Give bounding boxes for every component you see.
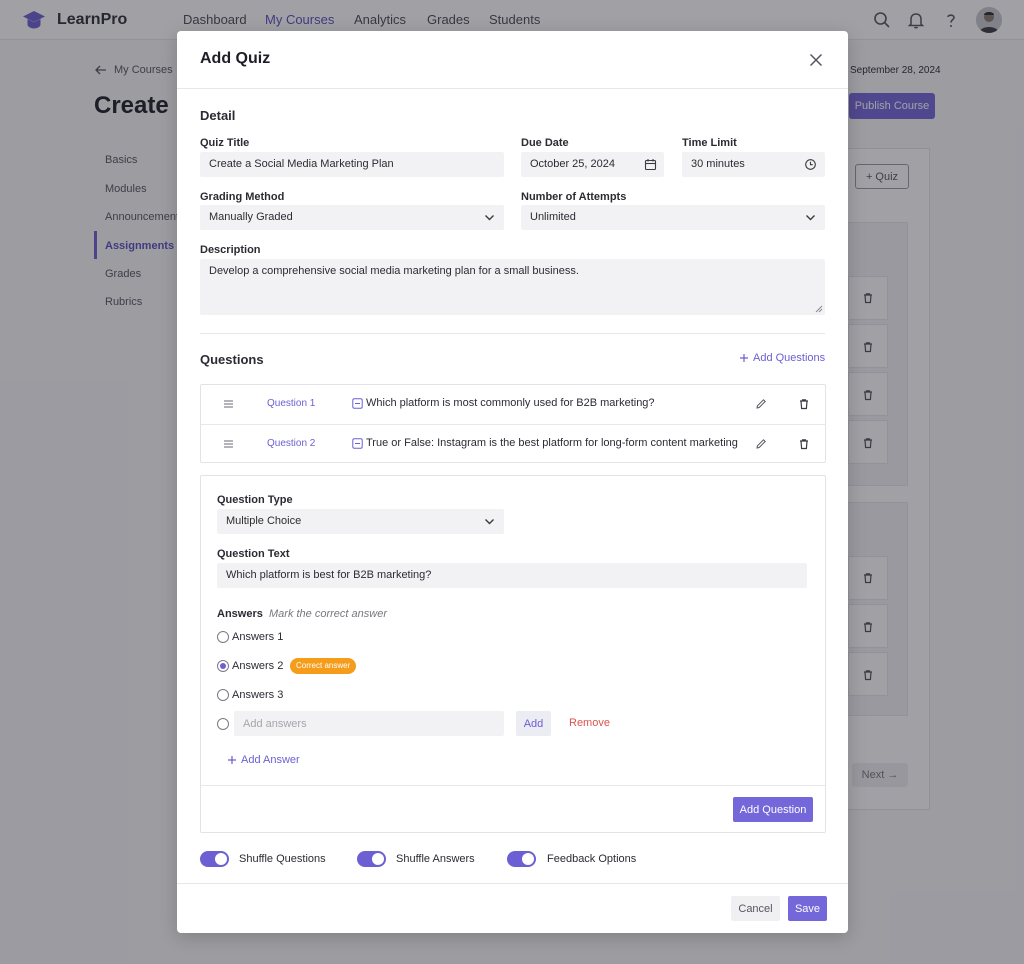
question-type-select[interactable]: Multiple Choice [217,509,504,534]
add-questions-link[interactable]: Add Questions [739,352,825,364]
detail-heading: Detail [200,108,236,123]
question-type-icon [352,398,363,409]
clock-icon[interactable] [804,158,817,171]
question-row[interactable]: Question 2 True or False: Instagram is t… [201,424,825,463]
correct-answer-badge: Correct answer [290,658,357,674]
grading-method-select[interactable]: Manually Graded [200,205,504,230]
trash-icon[interactable] [862,669,874,681]
trash-icon[interactable] [862,437,874,449]
add-button[interactable]: Add [516,711,551,736]
save-button[interactable]: Save [788,896,827,921]
attempts-label: Number of Attempts [521,191,627,203]
pencil-icon[interactable] [755,438,767,450]
drag-handle-icon[interactable] [223,399,234,409]
plus-icon [228,756,236,764]
plus-icon [740,354,748,362]
answers-hint: Mark the correct answer [269,608,387,620]
divider [201,785,825,786]
add-questions-label: Add Questions [753,352,826,364]
trash-icon[interactable] [798,438,810,450]
cancel-button[interactable]: Cancel [731,896,780,921]
calendar-icon[interactable] [644,158,657,171]
grading-method-value: Manually Graded [209,211,293,223]
drag-handle-icon[interactable] [223,439,234,449]
question-type-value: Multiple Choice [226,515,302,527]
question-text: Which platform is most commonly used for… [366,397,655,409]
quiz-title-input[interactable]: Create a Social Media Marketing Plan [200,152,504,177]
quiz-title-label: Quiz Title [200,137,250,149]
trash-icon[interactable] [862,572,874,584]
add-answer-input[interactable] [234,711,504,736]
answer-radio-selected[interactable] [217,660,229,672]
close-icon[interactable] [807,51,825,69]
add-question-button[interactable]: Add Question [733,797,813,822]
shuffle-questions-label: Shuffle Questions [239,853,326,865]
add-answer-link[interactable]: Add Answer [227,754,300,766]
attempts-value: Unlimited [530,211,576,223]
trash-icon[interactable] [862,292,874,304]
resize-grip-icon[interactable] [815,305,823,313]
divider [177,88,848,89]
questions-heading: Questions [200,352,264,367]
time-limit-value: 30 minutes [691,158,745,170]
trash-icon[interactable] [862,389,874,401]
question-editor: Question Type Multiple Choice Question T… [200,475,826,833]
answer-text: Answers 3 [232,689,284,701]
pencil-icon[interactable] [755,398,767,410]
attempts-select[interactable]: Unlimited [521,205,825,230]
quiz-title-value: Create a Social Media Marketing Plan [209,158,394,170]
feedback-options-toggle[interactable] [507,851,536,867]
answer-text: Answers 1 [232,631,284,643]
answer-text: Answers 2 [232,660,284,672]
feedback-options-label: Feedback Options [547,853,637,865]
description-textarea[interactable]: Develop a comprehensive social media mar… [200,259,825,315]
question-text-input[interactable]: Which platform is best for B2B marketing… [217,563,807,588]
description-label: Description [200,244,261,256]
question-number[interactable]: Question 2 [267,438,315,449]
modal-title: Add Quiz [200,50,271,67]
question-type-icon [352,438,363,449]
question-number[interactable]: Question 1 [267,398,315,409]
due-date-input[interactable]: October 25, 2024 [521,152,664,177]
due-date-value: October 25, 2024 [530,158,616,170]
chevron-down-icon [806,215,815,221]
question-text: True or False: Instagram is the best pla… [366,437,738,449]
divider [200,333,825,334]
new-answer-radio[interactable] [217,718,229,730]
chevron-down-icon [485,215,494,221]
time-limit-input[interactable]: 30 minutes [682,152,825,177]
remove-link[interactable]: Remove [569,717,610,729]
add-quiz-modal: Add Quiz Detail Quiz Title Create a Soci… [177,31,848,933]
shuffle-answers-label: Shuffle Answers [396,853,475,865]
question-text-label: Question Text [217,548,290,560]
question-text-value: Which platform is best for B2B marketing… [226,569,432,581]
questions-list: Question 1 Which platform is most common… [200,384,826,463]
chevron-down-icon [485,519,494,525]
answers-label: Answers [217,608,263,620]
time-limit-label: Time Limit [682,137,737,149]
question-type-label: Question Type [217,494,293,506]
shuffle-answers-toggle[interactable] [357,851,386,867]
grading-method-label: Grading Method [200,191,285,203]
trash-icon[interactable] [862,621,874,633]
divider [177,883,848,884]
due-date-label: Due Date [521,137,569,149]
trash-icon[interactable] [798,398,810,410]
add-answer-label: Add Answer [241,754,300,766]
answer-radio[interactable] [217,631,229,643]
shuffle-questions-toggle[interactable] [200,851,229,867]
description-value: Develop a comprehensive social media mar… [209,265,579,277]
question-row[interactable]: Question 1 Which platform is most common… [201,385,825,424]
trash-icon[interactable] [862,341,874,353]
answer-radio[interactable] [217,689,229,701]
